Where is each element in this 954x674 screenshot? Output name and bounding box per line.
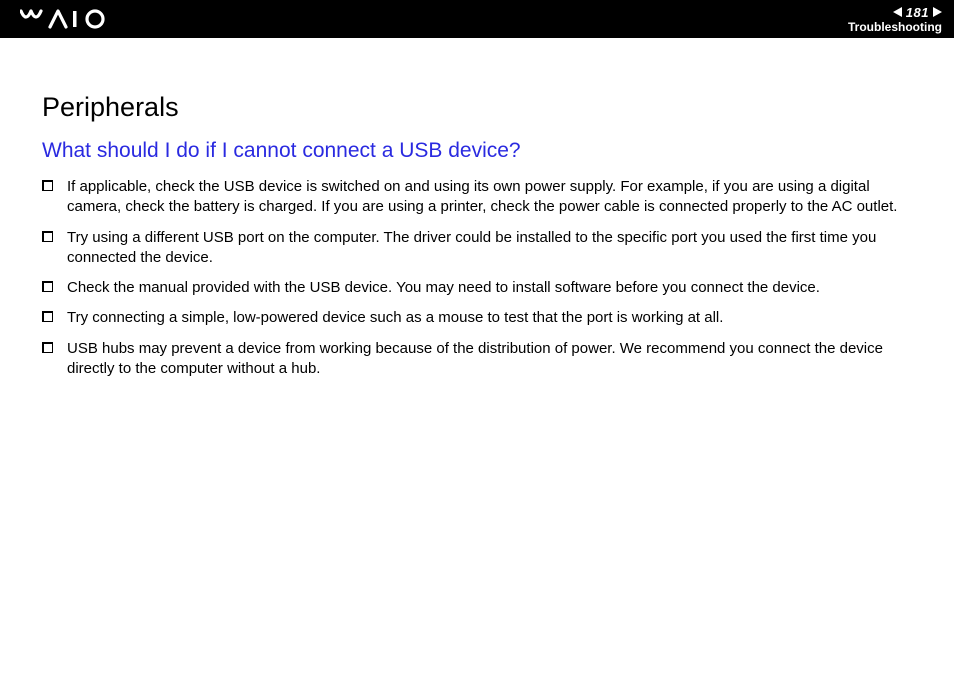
page-content: Peripherals What should I do if I cannot… xyxy=(0,38,954,379)
list-item: Try using a different USB port on the co… xyxy=(42,228,918,269)
bullet-icon xyxy=(42,342,53,353)
list-item: Check the manual provided with the USB d… xyxy=(42,278,918,298)
bullet-text: Try using a different USB port on the co… xyxy=(67,228,918,269)
bullet-list: If applicable, check the USB device is s… xyxy=(42,177,918,379)
list-item: USB hubs may prevent a device from worki… xyxy=(42,339,918,380)
vaio-logo xyxy=(20,9,112,29)
section-label: Troubleshooting xyxy=(848,21,942,33)
bullet-text: USB hubs may prevent a device from worki… xyxy=(67,339,918,380)
header-right: 181 Troubleshooting xyxy=(848,6,942,33)
bullet-text: If applicable, check the USB device is s… xyxy=(67,177,918,218)
page-heading: Peripherals xyxy=(42,92,918,123)
next-page-arrow-icon[interactable] xyxy=(933,7,942,17)
list-item: If applicable, check the USB device is s… xyxy=(42,177,918,218)
bullet-icon xyxy=(42,281,53,292)
list-item: Try connecting a simple, low-powered dev… xyxy=(42,308,918,328)
page-number: 181 xyxy=(906,6,929,19)
page-subheading: What should I do if I cannot connect a U… xyxy=(42,139,918,163)
bullet-icon xyxy=(42,231,53,242)
prev-page-arrow-icon[interactable] xyxy=(893,7,902,17)
bullet-icon xyxy=(42,180,53,191)
bullet-text: Check the manual provided with the USB d… xyxy=(67,278,918,298)
page-navigation: 181 xyxy=(893,6,942,19)
bullet-icon xyxy=(42,311,53,322)
bullet-text: Try connecting a simple, low-powered dev… xyxy=(67,308,918,328)
header-bar: 181 Troubleshooting xyxy=(0,0,954,38)
